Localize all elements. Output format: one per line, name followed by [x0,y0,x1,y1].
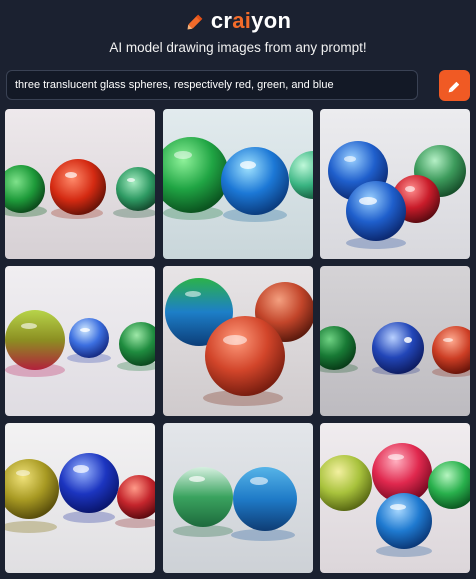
header: craiyon AI model drawing images from any… [0,0,476,108]
generated-image-7[interactable] [5,423,155,573]
generated-image-5[interactable] [163,266,313,416]
generated-image-3[interactable] [320,109,470,259]
draw-button[interactable] [439,70,470,101]
prompt-row [6,70,471,102]
pencil-logo-icon [187,14,203,30]
generated-image-9[interactable] [320,423,470,573]
generated-image-8[interactable] [163,423,313,573]
image-grid [5,109,471,573]
pencil-icon [448,81,459,92]
generated-image-1[interactable] [5,109,155,259]
tagline: AI model drawing images from any prompt! [109,40,367,55]
prompt-input[interactable] [6,70,418,100]
generated-image-2[interactable] [163,109,313,259]
generated-image-6[interactable] [320,266,470,416]
logo[interactable]: craiyon [0,8,476,34]
generated-image-4[interactable] [5,266,155,416]
logo-text: craiyon [210,8,292,33]
